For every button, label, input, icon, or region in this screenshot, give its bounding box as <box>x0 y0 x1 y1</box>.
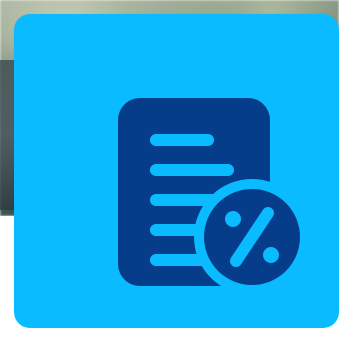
scene <box>0 0 339 342</box>
tax-document-percent-icon <box>118 98 308 288</box>
icon-card <box>14 14 339 328</box>
